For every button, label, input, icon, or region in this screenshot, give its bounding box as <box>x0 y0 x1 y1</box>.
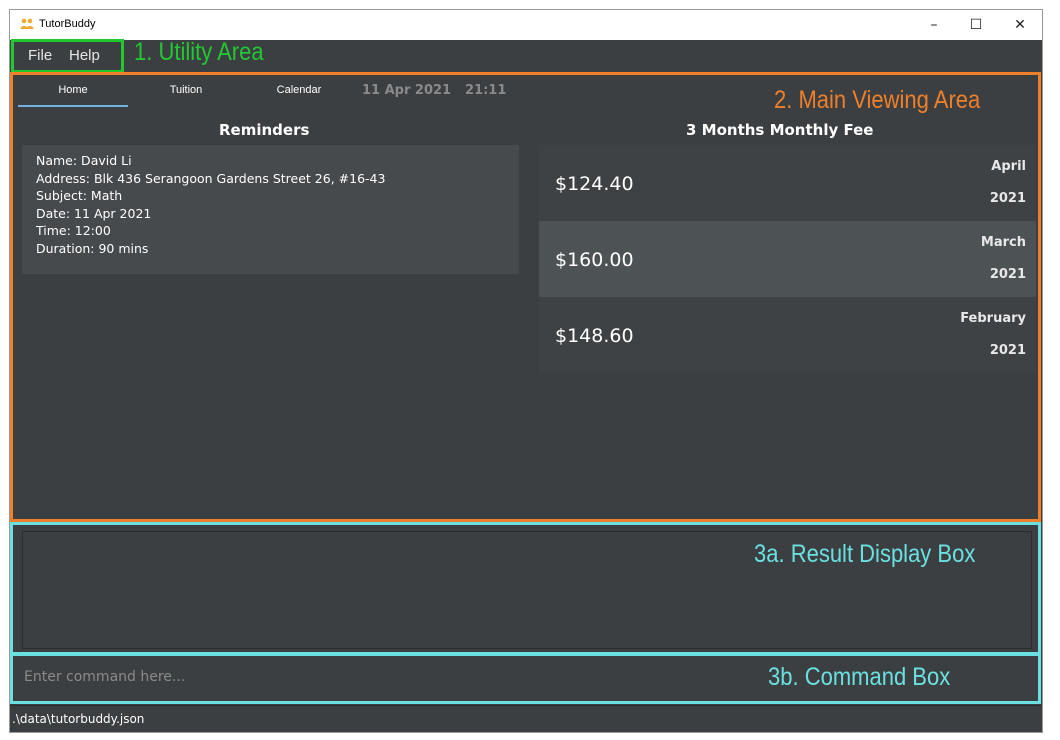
fee-month: February <box>960 311 1026 326</box>
fee-month: March <box>980 235 1026 250</box>
current-date: 11 Apr 2021 <box>362 83 452 98</box>
fee-year: 2021 <box>989 267 1026 282</box>
monthly-fee-list: $124.40 April 2021 $160.00 March 2021 $1… <box>539 145 1036 373</box>
tab-calendar[interactable]: Calendar <box>244 74 354 106</box>
app-window: TutorBuddy – ☐ ✕ File Help Home Tuition … <box>9 9 1043 733</box>
tab-home[interactable]: Home <box>18 74 128 106</box>
maximize-button[interactable]: ☐ <box>956 10 996 40</box>
reminder-time: Time: 12:00 <box>36 223 111 238</box>
people-group-icon <box>20 18 34 29</box>
menu-file[interactable]: File <box>28 47 52 64</box>
main-viewing-area: Home Tuition Calendar 11 Apr 2021 21:11 … <box>14 74 1040 520</box>
main-viewing-area-label: 2. Main Viewing Area <box>774 86 981 114</box>
reminder-date: Date: 11 Apr 2021 <box>36 205 152 221</box>
command-box-label: 3b. Command Box <box>768 663 951 691</box>
fee-month: April <box>991 159 1026 174</box>
fee-amount: $160.00 <box>555 249 634 271</box>
selected-tab-indicator <box>18 105 128 107</box>
menu-help[interactable]: Help <box>69 47 100 64</box>
window-title: TutorBuddy <box>39 18 96 30</box>
result-display-label: 3a. Result Display Box <box>754 540 976 568</box>
reminder-address: Address: Blk 436 Serangoon Gardens Stree… <box>36 170 386 186</box>
close-button[interactable]: ✕ <box>1000 10 1040 40</box>
fee-amount: $124.40 <box>555 173 634 195</box>
reminder-duration: Duration: 90 mins <box>36 240 149 256</box>
monthly-fee-title: 3 Months Monthly Fee <box>686 121 874 139</box>
reminder-name: Name: David Li <box>36 153 132 168</box>
fee-year: 2021 <box>989 343 1026 358</box>
minimize-button[interactable]: – <box>914 10 954 40</box>
current-time: 21:11 <box>465 83 507 98</box>
tab-tuition[interactable]: Tuition <box>138 74 234 106</box>
fee-card[interactable]: $160.00 March 2021 <box>539 221 1036 297</box>
data-file-path: .\data\tutorbuddy.json <box>12 712 145 726</box>
fee-amount: $148.60 <box>555 325 634 347</box>
reminder-subject: Subject: Math <box>36 188 123 203</box>
utility-area-label: 1. Utility Area <box>134 38 264 66</box>
reminder-card[interactable]: Name: David Li Address: Blk 436 Serangoo… <box>22 145 519 274</box>
fee-card[interactable]: $148.60 February 2021 <box>539 297 1036 373</box>
status-bar: .\data\tutorbuddy.json <box>10 705 1042 732</box>
title-bar: TutorBuddy – ☐ ✕ <box>10 10 1042 40</box>
fee-card[interactable]: $124.40 April 2021 <box>539 145 1036 221</box>
reminders-title: Reminders <box>219 121 310 139</box>
fee-year: 2021 <box>989 191 1026 206</box>
